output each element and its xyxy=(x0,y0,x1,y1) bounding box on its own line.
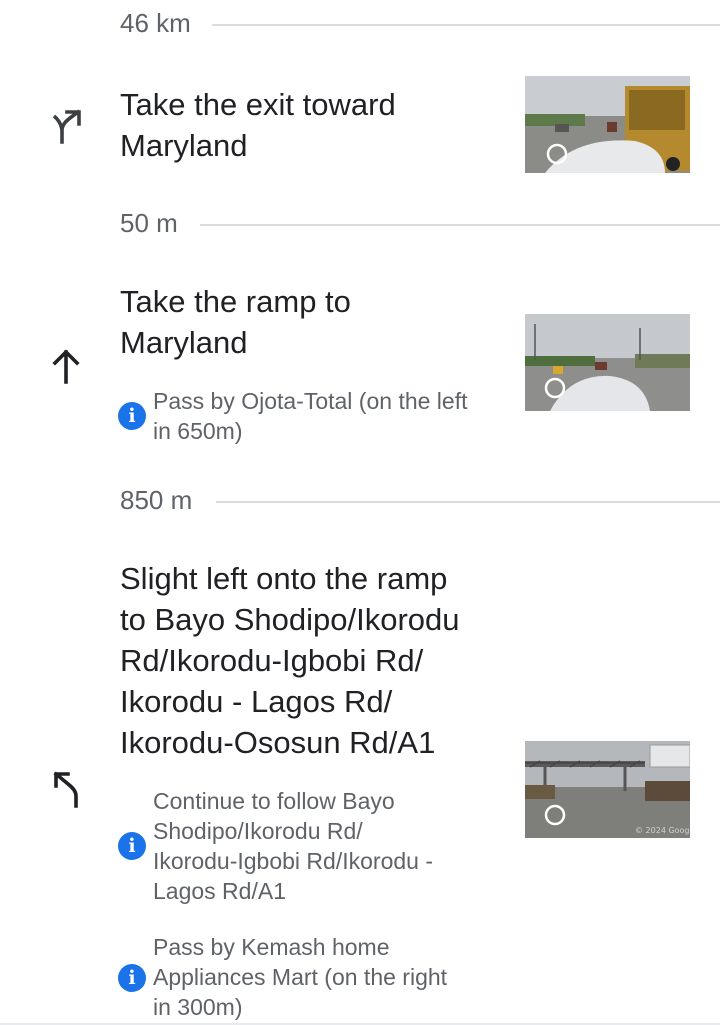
street-view-thumbnail[interactable] xyxy=(525,314,690,411)
step-instruction[interactable]: Take the ramp to Maryland xyxy=(120,281,351,363)
distance-label: 50 m xyxy=(120,208,192,239)
distance-label: 46 km xyxy=(120,8,205,39)
straight-arrow-icon xyxy=(46,346,86,386)
distance-divider: 50 m xyxy=(0,204,720,244)
divider-line xyxy=(200,224,720,226)
street-view-thumbnail[interactable] xyxy=(525,76,690,173)
info-icon: i xyxy=(118,402,146,430)
distance-label: 850 m xyxy=(120,485,207,516)
info-icon: i xyxy=(118,832,146,860)
street-view-thumbnail[interactable]: © 2024 Google xyxy=(525,741,690,838)
step-instruction[interactable]: Slight left onto the ramp to Bayo Shodip… xyxy=(120,558,460,763)
slight-left-icon xyxy=(48,770,88,810)
distance-divider: 46 km xyxy=(0,4,720,44)
step-instruction[interactable]: Take the exit toward Maryland xyxy=(120,84,396,166)
divider-line xyxy=(216,501,720,503)
info-note: i Continue to follow Bayo Shodipo/Ikorod… xyxy=(118,786,508,910)
divider-line xyxy=(212,24,720,26)
info-note: i Pass by Kemash home Appliances Mart (o… xyxy=(118,932,508,1024)
info-note: i Pass by Ojota-Total (on the left in 65… xyxy=(118,386,518,448)
distance-divider: 850 m xyxy=(0,481,720,521)
info-icon: i xyxy=(118,964,146,992)
exit-right-icon xyxy=(48,106,88,146)
watermark: © 2024 Google xyxy=(635,826,690,835)
